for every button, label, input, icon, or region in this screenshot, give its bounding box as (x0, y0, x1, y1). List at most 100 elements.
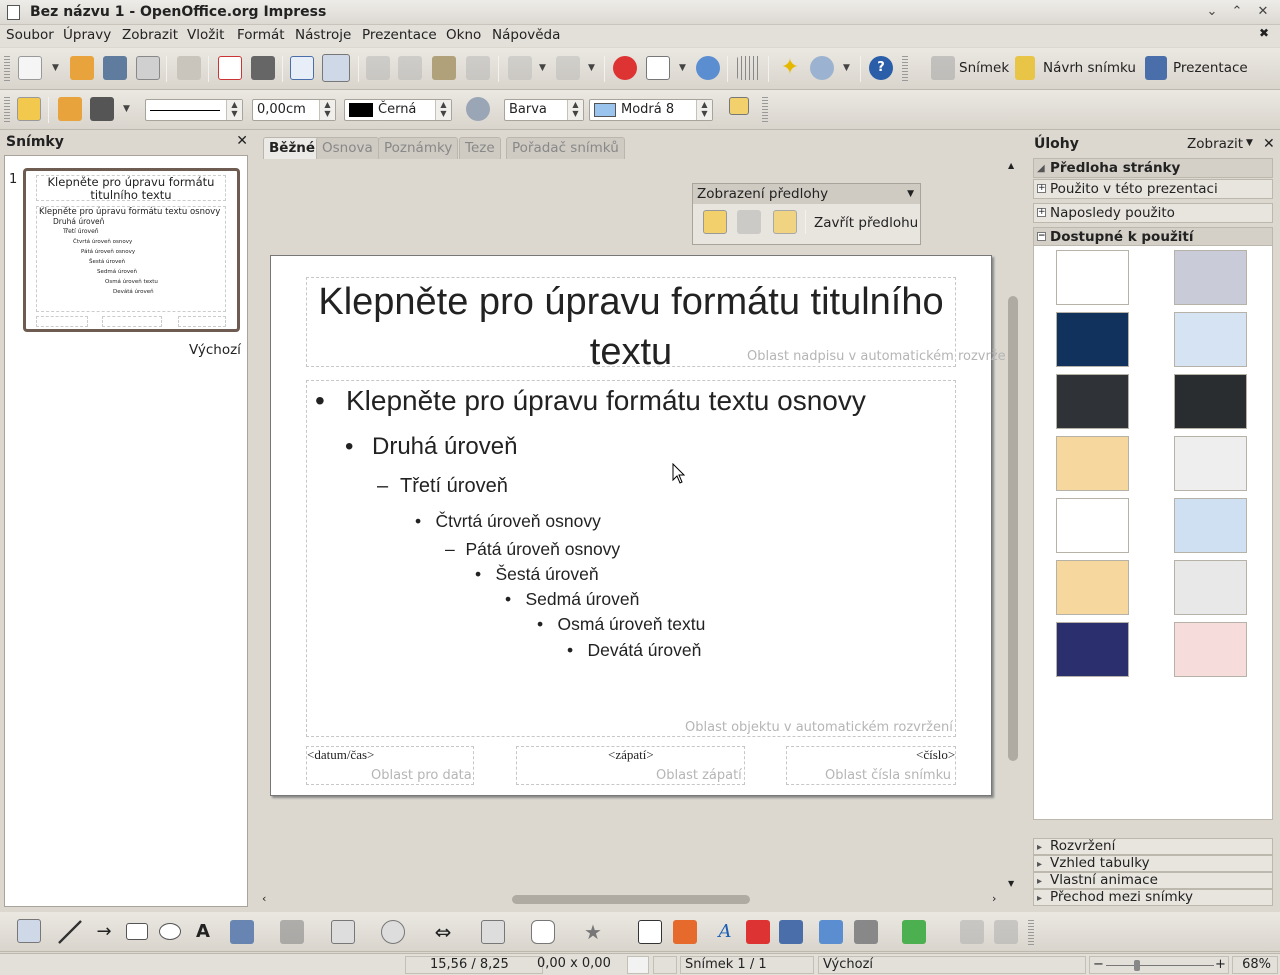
arrow-style-dropdown-icon[interactable]: ▼ (123, 104, 130, 114)
fontwork-icon[interactable]: A (713, 920, 737, 944)
chart-icon[interactable] (613, 56, 637, 80)
menu-vlozit[interactable]: Vložit (187, 27, 224, 43)
extrusion-icon[interactable] (960, 920, 984, 944)
line-tool-icon[interactable] (58, 920, 82, 944)
curve-tool-icon[interactable] (230, 920, 254, 944)
footer-placeholder[interactable]: <zápatí> Oblast zápatí (516, 746, 745, 785)
grid-icon[interactable] (737, 56, 761, 80)
horizontal-scroll-thumb[interactable] (512, 895, 750, 904)
edit-file-icon[interactable] (177, 56, 201, 80)
line-style-select[interactable]: ▲ ▼ (145, 99, 243, 121)
autospellcheck-icon[interactable] (322, 54, 350, 82)
arrow-style-icon[interactable] (90, 97, 114, 121)
presentation-icon[interactable] (1145, 56, 1167, 80)
master-page-thumb[interactable] (1056, 498, 1129, 553)
menu-nastroje[interactable]: Nástroje (295, 27, 351, 43)
master-page-thumb[interactable] (1056, 622, 1129, 677)
styles-icon[interactable] (17, 97, 41, 121)
glue-points-icon[interactable] (673, 920, 697, 944)
section-recently-used[interactable]: + Naposledy použito (1033, 203, 1273, 223)
new-master-icon[interactable] (703, 210, 727, 234)
master-page-thumb[interactable] (1174, 250, 1247, 305)
title-placeholder[interactable]: Klepněte pro úpravu formátu titulního te… (306, 277, 1018, 373)
close-master-button[interactable]: Zavřít předlohu (814, 215, 918, 231)
tab-poznamky[interactable]: Poznámky (378, 137, 459, 159)
section-layouts[interactable]: ▸ Rozvržení (1033, 838, 1273, 855)
print-icon[interactable] (251, 56, 275, 80)
connector-tool-icon[interactable] (280, 920, 304, 944)
zoom-dropdown-icon[interactable]: ▼ (843, 63, 850, 73)
slide-design-icon[interactable] (1015, 56, 1035, 80)
signature-field[interactable] (653, 956, 677, 974)
line-icon[interactable] (58, 97, 82, 121)
save-icon[interactable] (103, 56, 127, 80)
slides-panel-close-icon[interactable]: ✕ (236, 133, 248, 149)
delete-master-icon[interactable] (737, 210, 761, 234)
master-page-thumb[interactable] (1056, 560, 1129, 615)
undo-icon[interactable] (508, 56, 532, 80)
gallery-icon[interactable] (779, 920, 803, 944)
section-used-in-presentation[interactable]: + Použito v této prezentaci (1033, 179, 1273, 199)
slide-design-button-label[interactable]: Návrh snímku (1043, 60, 1136, 76)
from-file-icon[interactable] (746, 920, 770, 944)
spellcheck-icon[interactable] (290, 56, 314, 80)
vertical-scrollbar[interactable]: ▲ ▼ (1006, 161, 1020, 889)
menu-format[interactable]: Formát (237, 27, 285, 43)
ellipse-tool-icon[interactable] (159, 923, 181, 940)
area-style-select[interactable]: Barva ▲ ▼ (504, 99, 584, 121)
navigator-icon[interactable] (696, 56, 720, 80)
flowchart-icon[interactable] (481, 920, 505, 944)
cut-icon[interactable] (366, 56, 390, 80)
zoom-slider[interactable]: − + (1089, 956, 1229, 974)
close-icon[interactable]: ✕ (1253, 2, 1273, 22)
section-master-pages[interactable]: ◢ Předloha stránky (1033, 158, 1273, 178)
slide-button-label[interactable]: Snímek (959, 60, 1009, 76)
table-icon[interactable] (646, 56, 670, 80)
area-color-select[interactable]: Modrá 8 ▲ ▼ (589, 99, 713, 121)
symbol-shapes-icon[interactable] (381, 920, 405, 944)
menu-soubor[interactable]: Soubor (6, 27, 54, 43)
tab-teze[interactable]: Teze (459, 137, 501, 159)
menu-upravy[interactable]: Úpravy (63, 27, 111, 43)
tasks-view-menu[interactable]: Zobrazit (1187, 136, 1243, 152)
text-tool-icon[interactable]: A (191, 920, 215, 944)
document-modified-icon[interactable] (627, 956, 649, 974)
tab-poradac-snimku[interactable]: Pořadač snímků (506, 137, 625, 159)
tab-osnova[interactable]: Osnova (316, 137, 379, 159)
export-pdf-icon[interactable] (218, 56, 242, 80)
master-page-thumb[interactable] (1174, 374, 1247, 429)
master-page-thumb[interactable] (1056, 374, 1129, 429)
shadow-icon[interactable] (729, 97, 749, 115)
arrange-icon[interactable] (902, 920, 926, 944)
master-view-menu-icon[interactable]: ▼ (907, 184, 914, 204)
vertical-scroll-thumb[interactable] (1008, 296, 1018, 761)
tasks-view-dropdown-icon[interactable]: ▼ (1246, 138, 1253, 148)
hyperlink-icon[interactable] (994, 920, 1018, 944)
master-page-thumb[interactable] (1174, 622, 1247, 677)
section-table-design[interactable]: ▸ Vzhled tabulky (1033, 855, 1273, 872)
area-fill-icon[interactable] (466, 97, 490, 121)
horizontal-scrollbar[interactable]: ‹ › (258, 891, 1006, 905)
date-placeholder[interactable]: <datum/čas> Oblast pro data (306, 746, 474, 785)
master-page-thumb[interactable] (1174, 498, 1247, 553)
open-icon[interactable] (70, 56, 94, 80)
zoom-icon[interactable] (810, 56, 834, 80)
arrow-tool-icon[interactable]: → (92, 920, 116, 944)
presentation-button-label[interactable]: Prezentace (1173, 60, 1248, 76)
table-dropdown-icon[interactable]: ▼ (679, 63, 686, 73)
redo-dropdown-icon[interactable]: ▼ (588, 63, 595, 73)
master-page-thumb[interactable] (1174, 312, 1247, 367)
line-color-select[interactable]: Černá ▲ ▼ (344, 99, 452, 121)
email-icon[interactable] (136, 56, 160, 80)
rectangle-tool-icon[interactable] (126, 923, 148, 940)
tasks-panel-close-icon[interactable]: ✕ (1263, 136, 1275, 152)
menu-prezentace[interactable]: Prezentace (362, 27, 437, 43)
slide-thumbnail[interactable]: Klepněte pro úpravu formátu titulního te… (23, 168, 240, 332)
copy-icon[interactable] (398, 56, 422, 80)
slide-icon[interactable] (931, 56, 955, 80)
menu-napoveda[interactable]: Nápověda (492, 27, 560, 43)
number-placeholder[interactable]: <číslo> Oblast čísla snímku (786, 746, 956, 785)
menu-zobrazit[interactable]: Zobrazit (122, 27, 178, 43)
rotate-icon[interactable] (819, 920, 843, 944)
basic-shapes-icon[interactable] (331, 920, 355, 944)
